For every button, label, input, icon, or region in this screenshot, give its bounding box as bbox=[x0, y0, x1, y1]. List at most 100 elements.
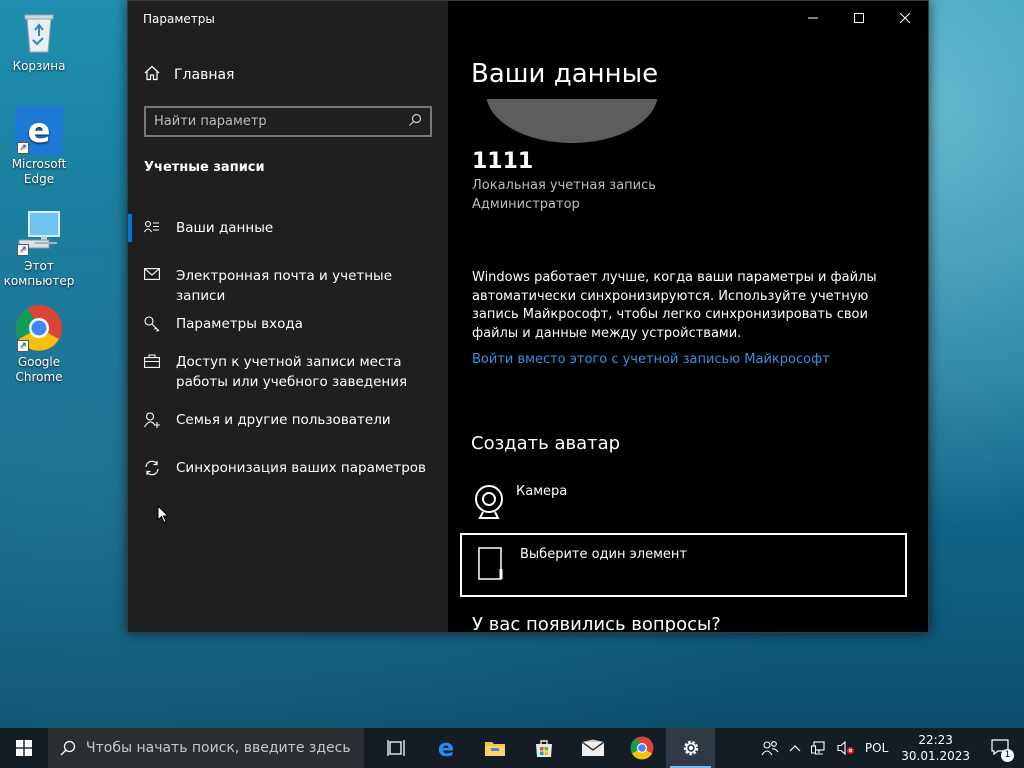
desktop-icon-recycle-bin[interactable]: Корзина bbox=[2, 8, 76, 74]
svg-text:e: e bbox=[27, 111, 50, 151]
sidebar-item-sync-settings[interactable]: Синхронизация ваших параметров bbox=[128, 458, 448, 478]
show-hidden-icons-button[interactable] bbox=[784, 728, 806, 768]
recycle-bin-icon bbox=[15, 8, 63, 56]
sidebar-item-your-info[interactable]: Ваши данные bbox=[128, 214, 448, 242]
shortcut-arrow-icon: ↗ bbox=[17, 142, 29, 154]
sidebar-item-label: Параметры входа bbox=[176, 316, 303, 332]
sidebar-item-label: Семья и другие пользователи bbox=[176, 412, 391, 428]
taskbar-file-explorer[interactable] bbox=[470, 728, 519, 768]
folder-icon bbox=[484, 742, 505, 756]
sync-icon bbox=[128, 458, 176, 476]
close-button[interactable] bbox=[882, 1, 928, 35]
key-icon bbox=[128, 314, 176, 332]
window-controls bbox=[790, 1, 928, 35]
chevron-up-icon bbox=[789, 745, 801, 752]
desktop-icon-chrome[interactable]: ↗ Google Chrome bbox=[2, 304, 76, 385]
settings-window: Параметры Главная Учетные записи Ваши да… bbox=[127, 0, 929, 633]
home-icon bbox=[144, 65, 160, 85]
mail-icon bbox=[128, 266, 176, 280]
chrome-icon: ↗ bbox=[15, 304, 63, 352]
home-label: Главная bbox=[174, 67, 235, 83]
start-button[interactable] bbox=[0, 728, 48, 768]
sidebar-item-email-accounts[interactable]: Электронная почта и учетные записи bbox=[128, 266, 448, 306]
language-indicator[interactable]: POL bbox=[860, 728, 893, 768]
section-title: Учетные записи bbox=[144, 160, 265, 175]
action-center-button[interactable]: 1 bbox=[978, 728, 1024, 768]
minimize-button[interactable] bbox=[790, 1, 836, 35]
svg-text:e: e bbox=[437, 737, 453, 759]
gear-icon bbox=[683, 740, 698, 756]
desktop-icon-this-pc[interactable]: ↗ Этот компьютер bbox=[2, 208, 76, 289]
task-view-button[interactable] bbox=[372, 728, 421, 768]
network-icon bbox=[810, 741, 825, 755]
edge-icon: e bbox=[437, 737, 453, 759]
edge-icon: e ↗ bbox=[15, 106, 63, 154]
sidebar-item-work-school-access[interactable]: Доступ к учетной записи места работы или… bbox=[128, 352, 448, 392]
taskbar-search-placeholder: Чтобы начать поиск, введите здесь bbox=[86, 740, 351, 756]
mail-icon bbox=[581, 739, 604, 756]
volume-button[interactable] bbox=[832, 728, 860, 768]
taskbar-mail[interactable] bbox=[568, 728, 617, 768]
notification-badge: 1 bbox=[1001, 749, 1014, 762]
sidebar-item-family-users[interactable]: Семья и другие пользователи bbox=[128, 410, 448, 430]
search-icon bbox=[408, 112, 422, 131]
taskbar-search[interactable]: Чтобы начать поиск, введите здесь bbox=[48, 728, 364, 768]
taskbar-apps: e bbox=[372, 728, 715, 768]
shortcut-arrow-icon: ↗ bbox=[17, 244, 29, 256]
network-button[interactable] bbox=[806, 728, 832, 768]
file-icon bbox=[478, 547, 504, 585]
desktop-icon-label: Корзина bbox=[12, 59, 66, 73]
questions-heading: У вас появились вопросы? bbox=[472, 614, 721, 632]
sidebar-item-label: Электронная почта и учетные записи bbox=[176, 268, 393, 304]
system-tray: POL 22:23 30.01.2023 1 bbox=[756, 728, 1024, 768]
windows-logo-icon bbox=[16, 740, 32, 756]
account-role: Администратор bbox=[472, 197, 580, 212]
clock-time: 22:23 bbox=[918, 733, 953, 747]
sync-description: Windows работает лучше, когда ваши парам… bbox=[472, 270, 877, 341]
browse-label: Выберите один элемент bbox=[520, 547, 687, 562]
home-link[interactable]: Главная bbox=[144, 65, 234, 85]
search-icon bbox=[60, 740, 76, 756]
browse-for-one-option[interactable]: Выберите один элемент bbox=[460, 533, 907, 597]
store-icon bbox=[535, 740, 552, 757]
camera-icon bbox=[472, 484, 506, 524]
camera-label: Камера bbox=[516, 484, 568, 499]
settings-content: Ваши данные 1111 Локальная учетная запис… bbox=[448, 1, 928, 632]
desktop-icon-label: Google Chrome bbox=[15, 355, 63, 384]
task-view-icon bbox=[386, 740, 405, 756]
maximize-button[interactable] bbox=[836, 1, 882, 35]
camera-option[interactable]: Камера bbox=[472, 484, 567, 524]
taskbar-settings[interactable] bbox=[666, 728, 715, 768]
taskbar-chrome[interactable] bbox=[617, 728, 666, 768]
taskbar-store[interactable] bbox=[519, 728, 568, 768]
sidebar-item-label: Синхронизация ваших параметров bbox=[176, 460, 426, 476]
computer-icon: ↗ bbox=[15, 208, 63, 256]
shortcut-arrow-icon: ↗ bbox=[17, 340, 29, 352]
page-title: Ваши данные bbox=[471, 59, 659, 89]
microsoft-account-link[interactable]: Войти вместо этого с учетной записью Май… bbox=[472, 352, 830, 367]
maximize-icon bbox=[854, 13, 864, 23]
sidebar-item-label: Доступ к учетной записи места работы или… bbox=[176, 354, 408, 390]
person-list-icon bbox=[128, 218, 176, 234]
sidebar-item-sign-in-options[interactable]: Параметры входа bbox=[128, 314, 448, 334]
sidebar-item-label: Ваши данные bbox=[176, 220, 274, 236]
window-title: Параметры bbox=[143, 12, 215, 26]
desktop-icon-label: Microsoft Edge bbox=[11, 157, 67, 186]
chrome-icon bbox=[630, 736, 653, 760]
speaker-muted-icon bbox=[837, 741, 854, 755]
taskbar: Чтобы начать поиск, введите здесь e POL … bbox=[0, 728, 1024, 768]
mouse-cursor-icon bbox=[157, 505, 169, 524]
settings-search-input[interactable] bbox=[154, 114, 408, 129]
add-person-icon bbox=[128, 410, 176, 428]
briefcase-icon bbox=[128, 352, 176, 368]
people-button[interactable] bbox=[756, 728, 784, 768]
clock[interactable]: 22:23 30.01.2023 bbox=[893, 732, 978, 764]
taskbar-edge[interactable]: e bbox=[421, 728, 470, 768]
people-icon bbox=[761, 741, 779, 756]
user-name: 1111 bbox=[472, 149, 534, 174]
settings-search-box[interactable] bbox=[144, 106, 432, 137]
create-avatar-heading: Создать аватар bbox=[471, 433, 621, 454]
desktop-icon-edge[interactable]: e ↗ Microsoft Edge bbox=[2, 106, 76, 187]
minimize-icon bbox=[808, 17, 818, 19]
settings-sidebar: Параметры Главная Учетные записи Ваши да… bbox=[128, 1, 448, 632]
